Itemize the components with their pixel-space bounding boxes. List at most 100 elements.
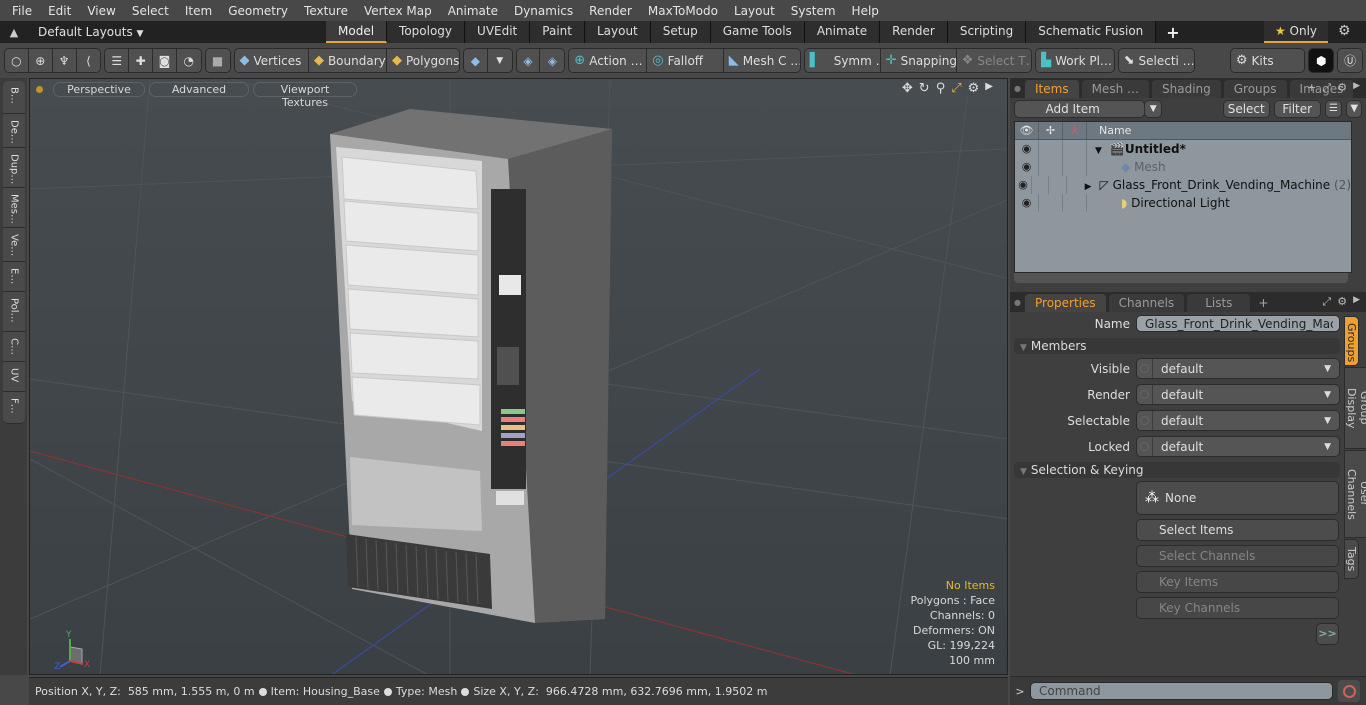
record-macro-button[interactable]	[1338, 680, 1360, 702]
kits-button[interactable]: ⚙ Kits	[1230, 49, 1305, 72]
add-properties-tab-icon[interactable]: +	[1258, 296, 1268, 310]
side-tab-groups[interactable]: Groups	[1344, 316, 1359, 366]
falloff-button[interactable]: ◎ Falloff	[647, 49, 724, 72]
layout-selector[interactable]: Default Layouts ▼	[38, 25, 326, 39]
pen-icon[interactable]: ♆	[52, 49, 77, 72]
globe-icon[interactable]: ⊕	[28, 49, 53, 72]
filter-button[interactable]: Filter	[1273, 100, 1321, 118]
transform-icon[interactable]: ◈	[516, 49, 541, 72]
panel-more-icon[interactable]: ▶	[1353, 295, 1360, 309]
list-options-icon[interactable]: ☰	[1324, 100, 1343, 118]
left-tab-fusion[interactable]: F…	[3, 392, 25, 424]
left-tab-uv[interactable]: UV	[3, 362, 25, 392]
tree-row[interactable]: ◉ ◗ Directional Light	[1015, 194, 1351, 212]
tree-row[interactable]: ◉ ◆ Mesh	[1015, 158, 1351, 176]
left-tab-duplicate[interactable]: Dup…	[3, 148, 25, 188]
tab-paint[interactable]: Paint	[530, 21, 585, 43]
left-tab-basic[interactable]: B…	[3, 81, 25, 114]
items-tree-scrollbar[interactable]	[1014, 273, 1348, 283]
select-channels-button[interactable]: Select Channels	[1136, 545, 1339, 567]
menu-file[interactable]: File	[4, 4, 40, 18]
menu-animate[interactable]: Animate	[440, 4, 506, 18]
eye-icon[interactable]: ◉	[1015, 194, 1039, 212]
circle-select-icon[interactable]: ○	[5, 49, 29, 72]
eye-icon[interactable]: ◉	[1015, 176, 1033, 194]
visible-dropdown[interactable]: default ▼	[1136, 358, 1340, 379]
tab-render[interactable]: Render	[880, 21, 948, 43]
panel-more-icon[interactable]: ▶	[1353, 81, 1360, 95]
left-tab-vertex[interactable]: Ve…	[3, 228, 25, 262]
left-tab-deform[interactable]: De…	[3, 114, 25, 148]
tab-scripting[interactable]: Scripting	[947, 21, 1027, 43]
selection-keying-section[interactable]: ▼ Selection & Keying	[1014, 462, 1340, 478]
eye-icon[interactable]: ◉	[1015, 158, 1039, 176]
tab-setup[interactable]: Setup	[650, 21, 711, 43]
select-button[interactable]: Select	[1222, 100, 1270, 118]
select-items-button[interactable]: Select Items	[1136, 519, 1339, 541]
advanced-button[interactable]: Advanced	[149, 81, 249, 97]
menu-item[interactable]: Item	[177, 4, 220, 18]
visibility-column-icon[interactable]: 👁	[1015, 122, 1039, 139]
item-cube-icon[interactable]: ◆	[463, 49, 488, 72]
symmetry-button[interactable]: ▌ Symm …	[804, 49, 888, 72]
tree-row[interactable]: ◉ ▼ 🎬Untitled*	[1015, 140, 1351, 158]
selectable-dropdown[interactable]: default ▼	[1136, 410, 1340, 431]
select-through-button[interactable]: ❖ Select T…	[956, 49, 1032, 72]
viewport-more-icon[interactable]: ▶	[985, 81, 993, 96]
more-button[interactable]: >>	[1316, 623, 1339, 645]
tab-items[interactable]: Items	[1025, 80, 1079, 98]
gear-icon[interactable]: ⚙	[1338, 23, 1351, 39]
menu-maxtomodo[interactable]: MaxToModo	[640, 4, 726, 18]
tab-channels[interactable]: Channels	[1108, 294, 1185, 312]
rotate-icon[interactable]: ↻	[919, 81, 930, 96]
menu-texture[interactable]: Texture	[296, 4, 356, 18]
lock-column-icon[interactable]: ✢	[1039, 122, 1063, 139]
cube-item-icon[interactable]: ■	[205, 49, 230, 72]
menu-geometry[interactable]: Geometry	[220, 4, 296, 18]
left-tab-polygon[interactable]: Pol…	[3, 292, 25, 332]
expand-icon[interactable]: ⤢	[1322, 81, 1331, 95]
viewport-textures-button[interactable]: Viewport Textures	[253, 81, 357, 109]
lasso-icon[interactable]: ⟨	[76, 49, 101, 72]
pan-icon[interactable]: ✥	[902, 81, 913, 96]
viewport-status-dot[interactable]	[36, 85, 43, 93]
tab-game-tools[interactable]: Game Tools	[710, 21, 805, 43]
tab-topology[interactable]: Topology	[387, 21, 466, 43]
panel-gear-icon[interactable]: ⚙	[1337, 295, 1347, 309]
unreal-icon[interactable]: Ⓤ	[1338, 49, 1362, 72]
left-tab-edge[interactable]: E…	[3, 262, 25, 292]
key-channels-button[interactable]: Key Channels	[1136, 597, 1339, 619]
dial-icon[interactable]: ◔	[176, 49, 201, 72]
vending-machine-model[interactable]	[330, 109, 612, 623]
menu-dynamics[interactable]: Dynamics	[506, 4, 581, 18]
tab-schematic-fusion[interactable]: Schematic Fusion	[1026, 21, 1157, 43]
tab-shading[interactable]: Shading	[1152, 80, 1221, 98]
mesh-constraint-button[interactable]: ◣ Mesh C …	[723, 49, 800, 72]
side-tab-group-display[interactable]: Group Display	[1344, 367, 1366, 449]
left-tab-mesh-edit[interactable]: Mes…	[3, 188, 25, 228]
menu-render[interactable]: Render	[581, 4, 640, 18]
cross-grid-icon[interactable]: ✚	[129, 49, 154, 72]
menu-system[interactable]: System	[783, 4, 844, 18]
tab-model[interactable]: Model	[326, 21, 388, 43]
boundary-button[interactable]: ◆ Boundary	[308, 49, 387, 72]
add-tab-icon[interactable]: +	[1166, 23, 1179, 42]
tab-layout[interactable]: Layout	[584, 21, 651, 43]
3d-viewport[interactable]: Y X Z Perspective Advanced Viewport Text…	[29, 78, 1008, 675]
tree-row[interactable]: ◉ ▶ ◸ Glass_Front_Drink_Vending_Machine (…	[1015, 176, 1351, 194]
collapsed-triangle-icon[interactable]: ▶	[1085, 182, 1092, 192]
snapping-button[interactable]: ✛ Snapping	[880, 49, 957, 72]
eye-icon[interactable]: ◉	[1015, 140, 1039, 158]
side-tab-user-channels[interactable]: User Channels	[1344, 450, 1366, 538]
viewport-gear-icon[interactable]: ⚙	[968, 81, 980, 96]
menu-help[interactable]: Help	[844, 4, 887, 18]
action-button[interactable]: ⊕ Action …	[569, 49, 648, 72]
dropdown-caret-icon[interactable]: ▼	[487, 49, 512, 72]
tab-lists[interactable]: Lists	[1187, 294, 1251, 312]
maximize-icon[interactable]: ⤢	[951, 81, 961, 96]
cube-black-icon[interactable]: ⬢	[1309, 49, 1334, 72]
stack-icon[interactable]: ☰	[105, 49, 130, 72]
side-tab-tags[interactable]: Tags	[1344, 539, 1359, 579]
expand-icon[interactable]: ⤢	[1322, 295, 1331, 309]
tab-mesh[interactable]: Mesh …	[1081, 80, 1149, 98]
